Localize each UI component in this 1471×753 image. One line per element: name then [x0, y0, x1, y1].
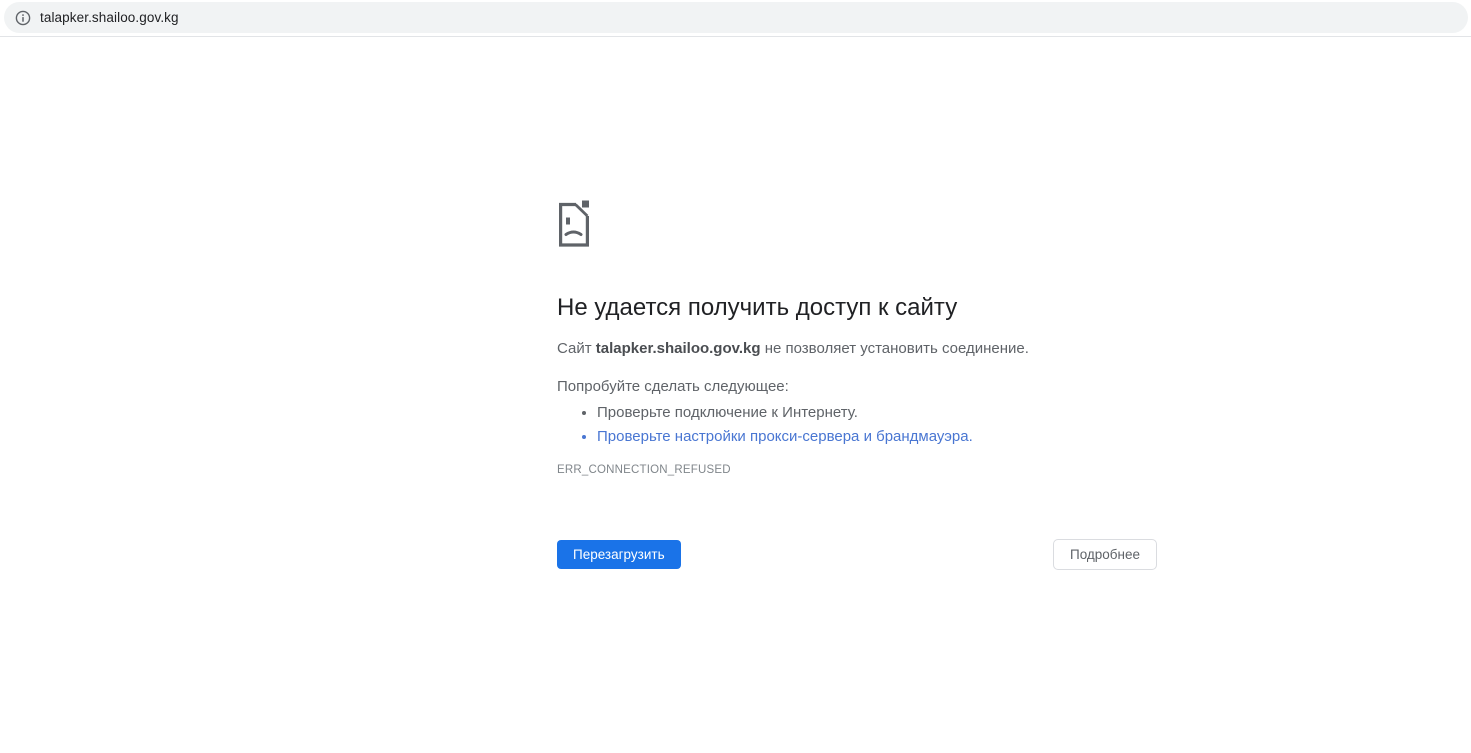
- error-page-title: Не удается получить доступ к сайту: [557, 293, 1157, 323]
- error-description-host: talapker.shailoo.gov.kg: [596, 340, 761, 357]
- error-description: Сайт talapker.shailoo.gov.kg не позволяе…: [557, 339, 1157, 359]
- error-description-suffix: не позволяет установить соединение.: [761, 340, 1029, 357]
- error-description-prefix: Сайт: [557, 340, 596, 357]
- url-text[interactable]: talapker.shailoo.gov.kg: [40, 10, 179, 25]
- suggestions-title: Попробуйте сделать следующее:: [557, 377, 789, 397]
- reload-button[interactable]: Перезагрузить: [557, 540, 681, 569]
- suggestion-check-internet: Проверьте подключение к Интернету.: [597, 401, 1157, 425]
- address-bar[interactable]: talapker.shailoo.gov.kg: [4, 2, 1468, 33]
- button-row: Перезагрузить Подробнее: [557, 538, 1157, 570]
- browser-toolbar: talapker.shailoo.gov.kg: [0, 0, 1471, 37]
- suggestion-check-proxy-link[interactable]: Проверьте настройки прокси-сервера и бра…: [597, 425, 1157, 449]
- suggestions-list: Проверьте подключение к Интернету. Прове…: [557, 401, 1157, 449]
- error-code: ERR_CONNECTION_REFUSED: [557, 463, 731, 477]
- info-icon[interactable]: [15, 10, 31, 26]
- details-button[interactable]: Подробнее: [1053, 539, 1157, 570]
- error-page-content: Не удается получить доступ к сайту Сайт …: [557, 200, 1157, 620]
- sad-file-icon: [557, 200, 591, 247]
